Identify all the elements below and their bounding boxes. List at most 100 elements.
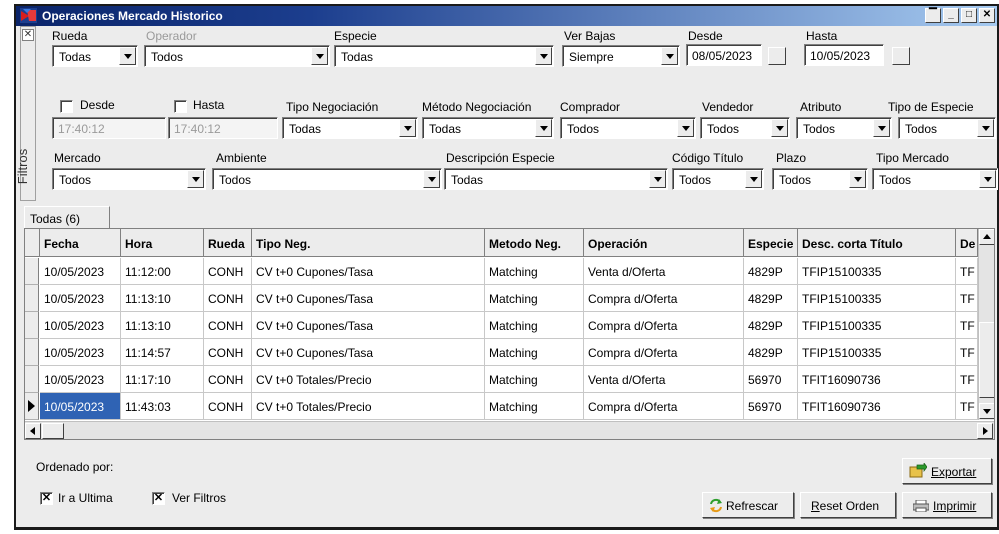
codigo-titulo-select[interactable]: Todos [672, 168, 764, 190]
reset-orden-button[interactable]: Reset Orden [800, 492, 896, 518]
cell-metodo-neg[interactable]: Matching [485, 312, 584, 339]
cell-hora[interactable]: 11:14:57 [121, 339, 204, 366]
cell-operacion[interactable]: Venta d/Oferta [584, 366, 744, 393]
cell-tipo-neg[interactable]: CV t+0 Totales/Precio [252, 366, 485, 393]
ver-bajas-select[interactable]: Siempre [562, 45, 680, 67]
chevron-down-icon[interactable] [535, 47, 552, 65]
horizontal-scrollbar[interactable] [25, 421, 994, 439]
hora-desde-input[interactable]: 17:40:12 [52, 117, 166, 139]
cell-tipo-neg[interactable]: CV t+0 Cupones/Tasa [252, 339, 485, 366]
chevron-down-icon[interactable] [119, 47, 136, 65]
hasta-fecha-input[interactable]: 10/05/2023 [804, 44, 884, 66]
cell-fecha[interactable]: 10/05/2023 [40, 366, 121, 393]
cell-desc-corta-titulo[interactable]: TFIT16090736 [798, 393, 956, 420]
especie-select[interactable]: Todas [334, 45, 554, 67]
chevron-down-icon[interactable] [977, 119, 994, 137]
vertical-scrollbar[interactable] [978, 229, 994, 420]
hasta-calendar-button[interactable] [892, 47, 910, 65]
desde-fecha-input[interactable]: 08/05/2023 [686, 44, 762, 66]
chevron-down-icon[interactable] [849, 170, 866, 188]
cell-de[interactable]: TF [956, 285, 978, 312]
col-header-rueda[interactable]: Rueda [204, 229, 252, 257]
cell-desc-corta-titulo[interactable]: TFIP15100335 [798, 285, 956, 312]
chevron-down-icon[interactable] [661, 47, 678, 65]
cell-hora[interactable]: 11:17:10 [121, 366, 204, 393]
cell-hora[interactable]: 11:12:00 [121, 258, 204, 285]
refrescar-button[interactable]: Refrescar [702, 492, 794, 518]
chevron-down-icon[interactable] [745, 170, 762, 188]
cell-metodo-neg[interactable]: Matching [485, 339, 584, 366]
cell-especie[interactable]: 56970 [744, 393, 798, 420]
cell-hora[interactable]: 11:13:10 [121, 285, 204, 312]
ver-filtros-checkbox[interactable]: ✕ [152, 492, 165, 505]
col-header-tipo-neg[interactable]: Tipo Neg. [252, 229, 485, 257]
chevron-down-icon[interactable] [535, 119, 552, 137]
cell-especie[interactable]: 4829P [744, 258, 798, 285]
tab-todas[interactable]: Todas (6) [24, 206, 110, 229]
plazo-select[interactable]: Todos [772, 168, 868, 190]
cell-hora[interactable]: 11:43:03 [121, 393, 204, 420]
chevron-down-icon[interactable] [771, 119, 788, 137]
ambiente-select[interactable]: Todos [212, 168, 442, 190]
cell-metodo-neg[interactable]: Matching [485, 393, 584, 420]
col-header-metodo-neg[interactable]: Metodo Neg. [485, 229, 584, 257]
cell-de[interactable]: TF [956, 312, 978, 339]
rueda-select[interactable]: Todas [52, 45, 138, 67]
cell-tipo-neg[interactable]: CV t+0 Cupones/Tasa [252, 312, 485, 339]
operador-select[interactable]: Todos [144, 45, 330, 67]
chevron-down-icon[interactable] [649, 170, 666, 188]
chevron-down-icon[interactable] [423, 170, 440, 188]
cell-hora[interactable]: 11:13:10 [121, 312, 204, 339]
mercado-select[interactable]: Todos [52, 168, 206, 190]
cell-fecha[interactable]: 10/05/2023 [40, 339, 121, 366]
cell-desc-corta-titulo[interactable]: TFIT16090736 [798, 366, 956, 393]
chevron-down-icon[interactable] [187, 170, 204, 188]
cell-rueda[interactable]: CONH [204, 312, 252, 339]
row-indicator[interactable] [25, 393, 39, 420]
cell-especie[interactable]: 56970 [744, 366, 798, 393]
cell-desc-corta-titulo[interactable]: TFIP15100335 [798, 312, 956, 339]
desde-calendar-button[interactable] [768, 47, 786, 65]
cell-fecha[interactable]: 10/05/2023 [40, 258, 121, 285]
cell-rueda[interactable]: CONH [204, 339, 252, 366]
cell-de[interactable]: TF [956, 258, 978, 285]
scroll-left-icon[interactable] [25, 423, 41, 439]
scroll-down-icon[interactable] [979, 403, 994, 419]
chevron-down-icon[interactable] [311, 47, 328, 65]
scroll-right-icon[interactable] [977, 423, 993, 439]
row-indicator[interactable] [25, 339, 39, 366]
tipo-mercado-select[interactable]: Todos [872, 168, 998, 190]
cell-especie[interactable]: 4829P [744, 285, 798, 312]
close-window-button[interactable]: ✕ [979, 8, 995, 23]
cell-fecha[interactable]: 10/05/2023 [40, 285, 121, 312]
help-button[interactable]: ▔ [925, 8, 941, 23]
imprimir-button[interactable]: Imprimir [902, 492, 992, 518]
cell-fecha[interactable]: 10/05/2023 [40, 393, 121, 420]
tipo-negociacion-select[interactable]: Todas [282, 117, 418, 139]
cell-metodo-neg[interactable]: Matching [485, 366, 584, 393]
cell-fecha[interactable]: 10/05/2023 [40, 312, 121, 339]
maximize-button[interactable]: □ [961, 8, 977, 23]
cell-metodo-neg[interactable]: Matching [485, 258, 584, 285]
cell-tipo-neg[interactable]: CV t+0 Cupones/Tasa [252, 258, 485, 285]
row-indicator[interactable] [25, 366, 39, 393]
cell-operacion[interactable]: Compra d/Oferta [584, 393, 744, 420]
chevron-down-icon[interactable] [873, 119, 890, 137]
cell-de[interactable]: TF [956, 366, 978, 393]
cell-desc-corta-titulo[interactable]: TFIP15100335 [798, 258, 956, 285]
vertical-scroll-thumb[interactable] [979, 322, 994, 398]
minimize-button[interactable]: _ [943, 8, 959, 23]
cell-rueda[interactable]: CONH [204, 366, 252, 393]
cell-especie[interactable]: 4829P [744, 339, 798, 366]
scroll-up-icon[interactable] [979, 229, 994, 245]
row-indicator[interactable] [25, 285, 39, 312]
cell-rueda[interactable]: CONH [204, 393, 252, 420]
cell-tipo-neg[interactable]: CV t+0 Totales/Precio [252, 393, 485, 420]
comprador-select[interactable]: Todos [560, 117, 696, 139]
atributo-select[interactable]: Todos [796, 117, 892, 139]
cell-operacion[interactable]: Compra d/Oferta [584, 339, 744, 366]
row-indicator[interactable] [25, 312, 39, 339]
row-indicator[interactable] [25, 258, 39, 285]
cell-rueda[interactable]: CONH [204, 285, 252, 312]
cell-metodo-neg[interactable]: Matching [485, 285, 584, 312]
